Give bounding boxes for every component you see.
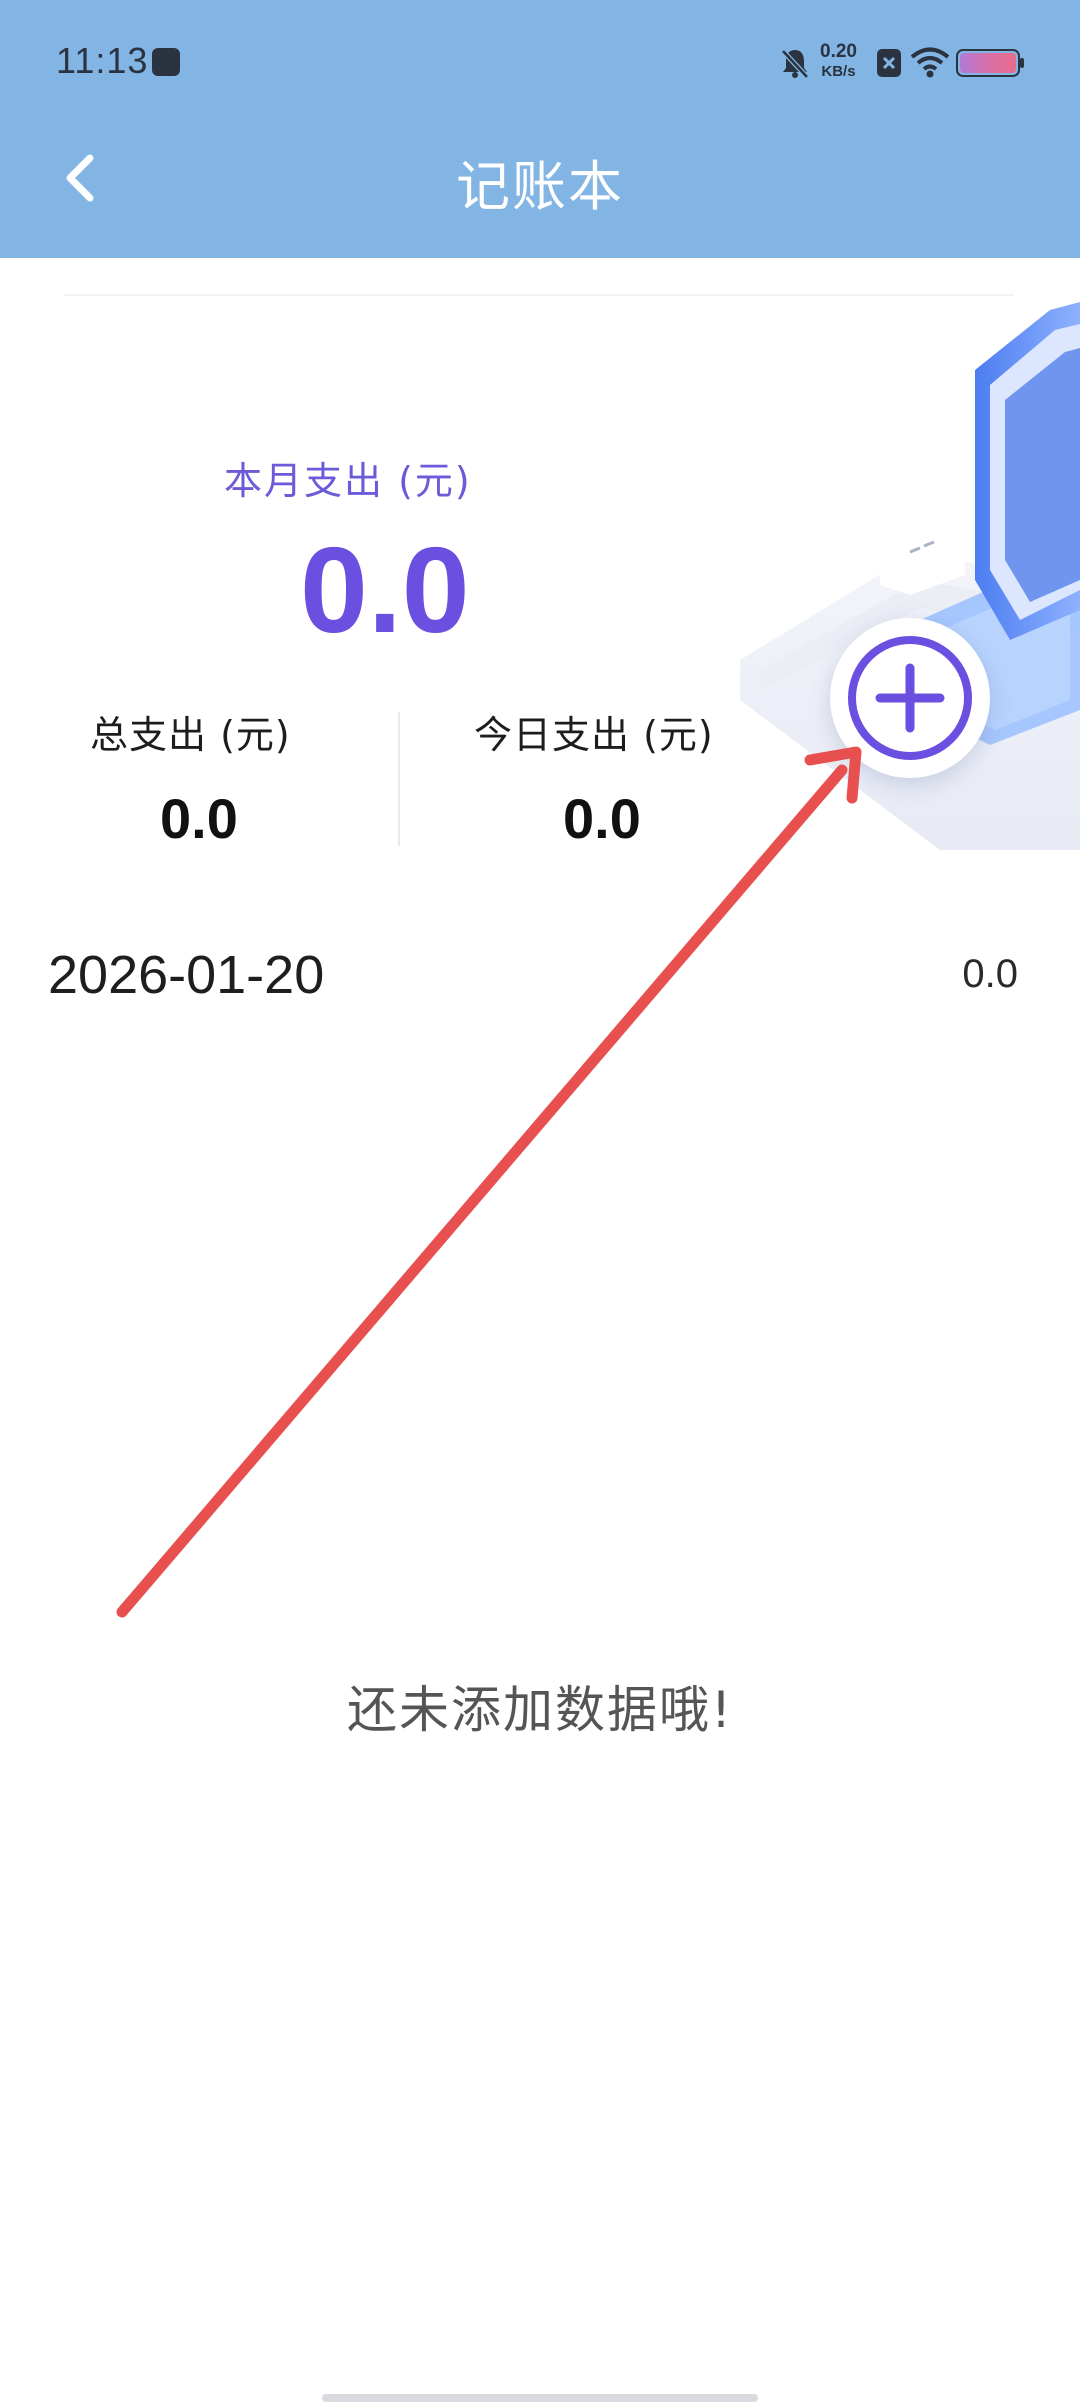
today-expense-value: 0.0 (563, 787, 641, 850)
today-expense-label: 今日支出 (元) (474, 713, 714, 757)
notification-app-icon (152, 48, 180, 76)
network-speed: 0.20 KB/s (820, 42, 857, 82)
ledger-illustration (740, 302, 1080, 850)
page-title: 记账本 (456, 155, 624, 218)
plus-circle-icon (848, 636, 972, 760)
empty-state-message: 还未添加数据哦! (346, 1681, 734, 1739)
summary-divider (398, 712, 400, 846)
battery-icon (956, 49, 1024, 77)
app-header: 11:13 0.20 KB/s 记账本 (0, 0, 1080, 258)
month-expense-label: 本月支出 (元) (224, 459, 472, 503)
status-time: 11:13 (56, 40, 149, 81)
month-expense-value: 0.0 (300, 522, 470, 658)
bell-off-icon (781, 49, 809, 79)
date-total-amount: 0.0 (962, 952, 1018, 996)
network-speed-unit: KB/s (821, 63, 856, 80)
wifi-icon (910, 47, 950, 78)
total-expense-label: 总支出 (元) (90, 713, 291, 757)
add-record-button[interactable] (830, 618, 990, 778)
close-box-icon (877, 49, 901, 77)
home-indicator[interactable] (322, 2394, 758, 2402)
network-speed-value: 0.20 (820, 41, 857, 62)
date-header: 2026-01-20 (48, 945, 325, 1005)
total-expense-value: 0.0 (160, 787, 238, 850)
